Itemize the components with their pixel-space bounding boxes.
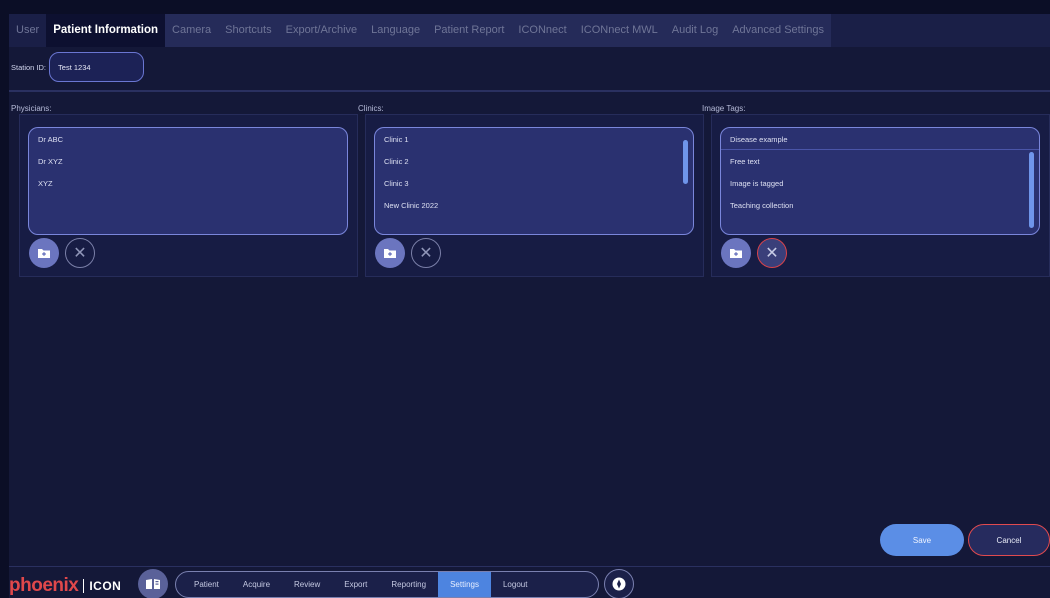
navigate-button[interactable]: [604, 569, 634, 598]
add-clinic-button[interactable]: [375, 238, 405, 268]
list-item[interactable]: Dr XYZ: [29, 150, 347, 172]
settings-window: User Patient Information Camera Shortcut…: [9, 14, 1050, 598]
section-divider: [9, 90, 1050, 92]
list-item[interactable]: Dr ABC: [29, 128, 347, 150]
list-item[interactable]: Clinic 1: [375, 128, 693, 150]
tab-camera[interactable]: Camera: [165, 14, 219, 47]
logo-product: ICON: [89, 579, 122, 593]
image-tags-panel: Disease example Free text Image is tagge…: [711, 114, 1050, 277]
list-item[interactable]: Disease example: [721, 128, 1039, 150]
physicians-list[interactable]: Dr ABC Dr XYZ XYZ: [28, 127, 348, 235]
nav-patient[interactable]: Patient: [182, 572, 231, 597]
footer-divider: [9, 566, 1050, 567]
add-folder-icon: [730, 248, 742, 258]
main-nav: Patient Acquire Review Export Reporting …: [175, 571, 599, 598]
close-icon: ✕: [765, 245, 779, 262]
close-icon: ✕: [73, 245, 87, 262]
clinics-scrollbar[interactable]: [683, 140, 688, 184]
nav-acquire[interactable]: Acquire: [231, 572, 282, 597]
station-id-input[interactable]: [49, 52, 145, 82]
add-physician-button[interactable]: [29, 238, 59, 268]
clinics-panel: Clinic 1 Clinic 2 Clinic 3 New Clinic 20…: [365, 114, 704, 277]
station-id-label: Station ID:: [11, 62, 47, 72]
station-id-row: Station ID:: [9, 50, 145, 84]
list-item[interactable]: Image is tagged: [721, 172, 1039, 194]
tab-iconnect[interactable]: ICONnect: [511, 14, 574, 47]
book-icon: [146, 579, 160, 589]
physicians-label: Physicians:: [11, 104, 52, 113]
tab-export-archive[interactable]: Export/Archive: [278, 14, 365, 47]
image-tags-label: Image Tags:: [702, 104, 746, 113]
add-folder-icon: [38, 248, 50, 258]
nav-logout[interactable]: Logout: [491, 572, 539, 597]
tab-advanced-settings[interactable]: Advanced Settings: [725, 14, 831, 47]
physicians-panel: Dr ABC Dr XYZ XYZ ✕: [19, 114, 358, 277]
tab-language[interactable]: Language: [364, 14, 428, 47]
phoenix-icon-logo: phoenix ICON: [9, 574, 121, 598]
remove-image-tag-button[interactable]: ✕: [757, 238, 787, 268]
clinics-list[interactable]: Clinic 1 Clinic 2 Clinic 3 New Clinic 20…: [374, 127, 694, 235]
close-icon: ✕: [419, 245, 433, 262]
list-item[interactable]: Free text: [721, 150, 1039, 172]
library-button[interactable]: [138, 569, 168, 598]
nav-settings[interactable]: Settings: [438, 572, 491, 597]
list-item[interactable]: Clinic 2: [375, 150, 693, 172]
list-item[interactable]: XYZ: [29, 172, 347, 194]
tab-patient-information[interactable]: Patient Information: [46, 14, 166, 47]
compass-icon: [612, 577, 626, 591]
cancel-button[interactable]: Cancel: [968, 524, 1050, 556]
clinics-label: Clinics:: [358, 104, 384, 113]
tab-audit-log[interactable]: Audit Log: [664, 14, 726, 47]
remove-clinic-button[interactable]: ✕: [411, 238, 441, 268]
tab-patient-report[interactable]: Patient Report: [427, 14, 512, 47]
nav-export[interactable]: Export: [332, 572, 379, 597]
tab-shortcuts[interactable]: Shortcuts: [218, 14, 279, 47]
settings-tab-bar: User Patient Information Camera Shortcut…: [9, 14, 1050, 47]
logo-separator: [83, 579, 85, 593]
add-folder-icon: [384, 248, 396, 258]
nav-reporting[interactable]: Reporting: [379, 572, 438, 597]
list-item[interactable]: New Clinic 2022: [375, 194, 693, 216]
logo-brand: phoenix: [9, 575, 79, 596]
save-button[interactable]: Save: [880, 524, 964, 556]
image-tags-list[interactable]: Disease example Free text Image is tagge…: [720, 127, 1040, 235]
list-item[interactable]: Clinic 3: [375, 172, 693, 194]
tab-iconnect-mwl[interactable]: ICONnect MWL: [573, 14, 665, 47]
add-image-tag-button[interactable]: [721, 238, 751, 268]
nav-review[interactable]: Review: [282, 572, 332, 597]
remove-physician-button[interactable]: ✕: [65, 238, 95, 268]
image-tags-scrollbar[interactable]: [1029, 152, 1034, 228]
list-item[interactable]: Teaching collection: [721, 194, 1039, 216]
tab-user[interactable]: User: [9, 14, 46, 47]
